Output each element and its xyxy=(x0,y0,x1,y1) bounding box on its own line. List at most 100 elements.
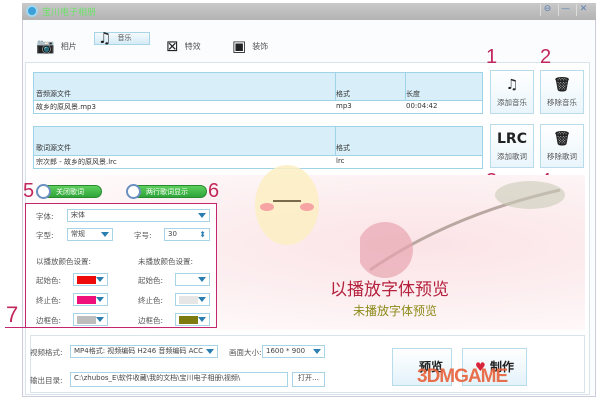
select-value: 宋体 xyxy=(71,211,85,219)
add-lyrics-button[interactable]: LRC 添加歌词 xyxy=(490,124,534,168)
column-header: 格式 xyxy=(336,144,350,152)
font-settings-box: 字体: 宋体 字型: 常规 字号: 30 ⬍ 以播放颜色设置: 未播放颜色设置: … xyxy=(25,203,217,328)
file-format: lrc xyxy=(336,157,345,165)
unplayed-border-label: 边框色: xyxy=(138,316,164,325)
color-swatch xyxy=(179,296,198,304)
format-label: 视频格式: xyxy=(30,348,63,357)
font-select[interactable]: 宋体 xyxy=(67,209,210,222)
tab-music[interactable]: ♫ 音乐 xyxy=(94,29,150,47)
played-start-label: 起始色: xyxy=(36,276,62,285)
rose-decoration-icon xyxy=(360,181,565,278)
remove-lyrics-button[interactable]: 🗑 移除歌词 xyxy=(540,124,584,168)
table-row[interactable]: 故乡的原风景.mp3 mp3 00:04:42 xyxy=(34,100,482,113)
minimize-button[interactable]: — xyxy=(558,4,572,16)
add-music-button[interactable]: ♫ 添加音乐 xyxy=(490,70,534,114)
effects-icon: ⊠ xyxy=(166,37,179,55)
mascot-chick-icon xyxy=(255,165,319,245)
tab-photos[interactable]: 📷 相片 xyxy=(30,32,83,60)
annotation-line xyxy=(5,327,27,328)
column-header: 音频源文件 xyxy=(36,90,71,98)
size-label: 字号: xyxy=(134,231,152,240)
unplayed-end-label: 终止色: xyxy=(138,296,164,305)
file-name: 宗次郎 - 故乡的原风景.lrc xyxy=(36,158,117,166)
color-swatch xyxy=(77,276,96,284)
menu-button[interactable]: ⊖ xyxy=(540,4,554,16)
chevron-down-icon xyxy=(96,297,104,302)
camera-icon: 📷 xyxy=(36,37,55,55)
music-table: 音频源文件 格式 长度 故乡的原风景.mp3 mp3 00:04:42 xyxy=(33,72,483,114)
style-label: 字型: xyxy=(36,231,54,240)
played-end-label: 终止色: xyxy=(36,296,62,305)
color-swatch xyxy=(77,296,96,304)
color-swatch xyxy=(179,316,198,324)
image-icon: ▣ xyxy=(232,37,247,55)
toggle-label: 两行歌词显示 xyxy=(146,188,188,196)
chevron-down-icon xyxy=(198,297,206,302)
lrc-icon: LRC xyxy=(497,131,527,147)
played-start-color-picker[interactable] xyxy=(73,273,108,286)
file-duration: 00:04:42 xyxy=(406,102,438,110)
toggle-label: 关闭歌词 xyxy=(56,188,84,196)
watermark: 3DMGAME xyxy=(417,366,508,387)
chevron-down-icon xyxy=(198,213,206,218)
style-select[interactable]: 常规 xyxy=(67,228,113,241)
annotation-6: 6 xyxy=(208,180,220,202)
tab-label: 特效 xyxy=(184,41,201,51)
button-label: 移除音乐 xyxy=(547,98,577,107)
played-end-color-picker[interactable] xyxy=(73,293,108,306)
chevron-down-icon xyxy=(96,277,104,282)
size-stepper[interactable]: 30 ⬍ xyxy=(164,228,210,241)
toggle-knob xyxy=(126,184,141,199)
column-header: 歌词源文件 xyxy=(36,144,71,152)
size-label: 画面大小: xyxy=(229,348,262,357)
chevron-down-icon xyxy=(96,317,104,322)
chevron-down-icon xyxy=(206,349,214,354)
file-name: 故乡的原风景.mp3 xyxy=(36,103,96,111)
output-dir-input[interactable]: C:\zhubos_E\软件收藏\我的文档\宝川电子相册\视频\ xyxy=(70,372,288,387)
select-value: MP4格式: 视频编码 H246 音频编码 ACC xyxy=(74,347,204,355)
column-header: 格式 xyxy=(336,90,350,98)
format-select[interactable]: MP4格式: 视频编码 H246 音频编码 ACC xyxy=(70,345,218,358)
close-lyrics-toggle[interactable]: 关闭歌词 xyxy=(36,184,102,199)
unplayed-start-label: 起始色: xyxy=(138,276,164,285)
unplayed-end-color-picker[interactable] xyxy=(175,293,210,306)
window-title: 宝川电子相册 xyxy=(42,8,97,18)
font-label: 字体: xyxy=(36,212,54,221)
select-value: 30 xyxy=(168,230,177,238)
button-label: 添加歌词 xyxy=(497,152,527,161)
unplayed-color-title: 未播放颜色设置: xyxy=(138,257,194,266)
unplayed-text-preview: 未播放字体预览 xyxy=(353,304,438,318)
stepper-icon[interactable]: ⬍ xyxy=(199,229,206,240)
annotation-7: 7 xyxy=(6,302,19,327)
music-icon: ♫ xyxy=(98,29,112,47)
title-bar xyxy=(22,3,596,20)
chevron-down-icon xyxy=(198,277,206,282)
tab-effects[interactable]: ⊠ 特效 xyxy=(160,32,207,60)
tab-decorations[interactable]: ▣ 装饰 xyxy=(226,32,274,60)
tab-label: 相片 xyxy=(60,41,77,51)
button-label: 移除歌词 xyxy=(547,152,577,161)
resolution-select[interactable]: 1600 * 900 xyxy=(262,345,325,358)
tab-label: 音乐 xyxy=(117,34,132,42)
remove-music-button[interactable]: 🗑 移除音乐 xyxy=(540,70,584,114)
unplayed-start-color-picker[interactable] xyxy=(175,273,210,286)
played-text-preview: 以播放字体预览 xyxy=(330,280,449,300)
open-folder-button[interactable]: 打开… xyxy=(292,372,325,387)
played-border-color-picker[interactable] xyxy=(73,313,108,326)
close-button[interactable]: ✕ xyxy=(576,4,590,16)
trash-icon: 🗑 xyxy=(553,131,571,147)
chevron-down-icon xyxy=(313,349,321,354)
column-header: 长度 xyxy=(406,90,420,98)
color-swatch xyxy=(179,276,198,284)
color-swatch xyxy=(77,316,96,324)
app-logo-icon xyxy=(26,5,38,17)
add-music-icon: ♫ xyxy=(505,77,519,93)
annotation-5: 5 xyxy=(23,180,35,202)
chevron-down-icon xyxy=(101,232,109,237)
unplayed-border-color-picker[interactable] xyxy=(175,313,210,326)
toggle-knob xyxy=(36,184,51,199)
two-line-lyrics-toggle[interactable]: 两行歌词显示 xyxy=(126,184,207,199)
button-label: 添加音乐 xyxy=(497,98,527,107)
file-format: mp3 xyxy=(336,102,352,110)
annotation-1: 1 xyxy=(486,46,498,68)
